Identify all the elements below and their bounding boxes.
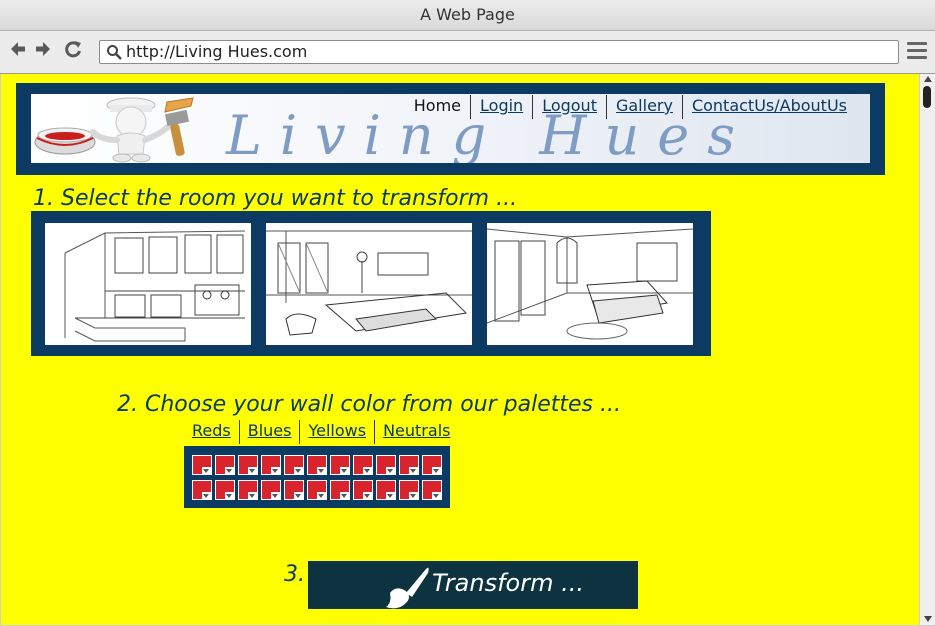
bedroom-sketch-image bbox=[487, 223, 693, 345]
step1-heading: 1. Select the room you want to transform… bbox=[33, 186, 518, 211]
search-icon bbox=[107, 45, 122, 60]
step3-label: 3. bbox=[284, 562, 305, 587]
browser-toolbar: http://Living Hues.com bbox=[0, 31, 935, 74]
color-swatch[interactable] bbox=[215, 480, 235, 500]
color-swatch[interactable] bbox=[353, 480, 373, 500]
address-bar[interactable]: http://Living Hues.com bbox=[99, 40, 899, 64]
color-swatch[interactable] bbox=[284, 455, 304, 475]
room-bedroom[interactable] bbox=[483, 219, 697, 349]
color-swatch[interactable] bbox=[261, 455, 281, 475]
color-swatch[interactable] bbox=[399, 455, 419, 475]
painter-mascot-logo bbox=[34, 97, 194, 163]
color-swatch[interactable] bbox=[330, 455, 350, 475]
paintbrush-icon bbox=[386, 567, 429, 609]
color-swatch[interactable] bbox=[215, 455, 235, 475]
nav-home[interactable]: Home bbox=[405, 95, 470, 119]
transform-button-label: Transform ... bbox=[432, 569, 584, 597]
color-swatch[interactable] bbox=[192, 480, 212, 500]
banner: Living Hues Home Login Logout Gallery Co… bbox=[31, 94, 870, 163]
window-title-bar: A Web Page bbox=[0, 0, 935, 31]
site-header: Living Hues Home Login Logout Gallery Co… bbox=[16, 83, 885, 175]
room-living-room[interactable] bbox=[262, 219, 476, 349]
step2-heading: 2. Choose your wall color from our palet… bbox=[117, 392, 621, 417]
top-navigation: Home Login Logout Gallery ContactUs/Abou… bbox=[405, 95, 856, 119]
color-swatch[interactable] bbox=[238, 455, 258, 475]
room-kitchen[interactable] bbox=[41, 219, 255, 349]
color-swatch[interactable] bbox=[376, 455, 396, 475]
color-swatch-grid bbox=[184, 446, 450, 508]
palette-tab-neutrals[interactable]: Neutrals bbox=[374, 420, 458, 444]
page-viewport: Living Hues Home Login Logout Gallery Co… bbox=[1, 74, 919, 625]
color-swatch[interactable] bbox=[353, 455, 373, 475]
palette-tab-reds[interactable]: Reds bbox=[184, 420, 239, 444]
color-swatch[interactable] bbox=[399, 480, 419, 500]
transform-button[interactable]: Transform ... bbox=[308, 561, 638, 609]
scroll-down-arrow-icon[interactable] bbox=[924, 616, 932, 622]
nav-logout[interactable]: Logout bbox=[532, 95, 606, 119]
color-swatch[interactable] bbox=[422, 480, 442, 500]
url-text[interactable]: http://Living Hues.com bbox=[126, 42, 307, 62]
color-swatch[interactable] bbox=[307, 480, 327, 500]
scroll-thumb[interactable] bbox=[923, 86, 931, 108]
room-selector bbox=[31, 211, 711, 356]
reload-icon[interactable] bbox=[62, 39, 84, 63]
window-title: A Web Page bbox=[420, 5, 515, 24]
nav-login[interactable]: Login bbox=[470, 95, 532, 119]
nav-contact-about[interactable]: ContactUs/AboutUs bbox=[681, 95, 856, 119]
back-arrow-icon[interactable] bbox=[7, 39, 29, 63]
color-swatch[interactable] bbox=[284, 480, 304, 500]
forward-arrow-icon[interactable] bbox=[32, 39, 54, 63]
palette-tab-yellows[interactable]: Yellows bbox=[299, 420, 374, 444]
scroll-up-arrow-icon[interactable] bbox=[924, 76, 932, 82]
color-swatch[interactable] bbox=[238, 480, 258, 500]
nav-gallery[interactable]: Gallery bbox=[605, 95, 682, 119]
vertical-scrollbar[interactable] bbox=[919, 74, 935, 625]
color-swatch[interactable] bbox=[307, 455, 327, 475]
color-swatch[interactable] bbox=[422, 455, 442, 475]
color-swatch[interactable] bbox=[376, 480, 396, 500]
color-swatch[interactable] bbox=[330, 480, 350, 500]
living-room-sketch-image bbox=[266, 223, 472, 345]
hamburger-menu-icon[interactable] bbox=[907, 42, 927, 60]
kitchen-sketch-image bbox=[45, 223, 251, 345]
color-swatch[interactable] bbox=[261, 480, 281, 500]
palette-tab-blues[interactable]: Blues bbox=[238, 420, 300, 444]
color-swatch[interactable] bbox=[192, 455, 212, 475]
palette-tabs: Reds Blues Yellows Neutrals bbox=[184, 420, 458, 444]
